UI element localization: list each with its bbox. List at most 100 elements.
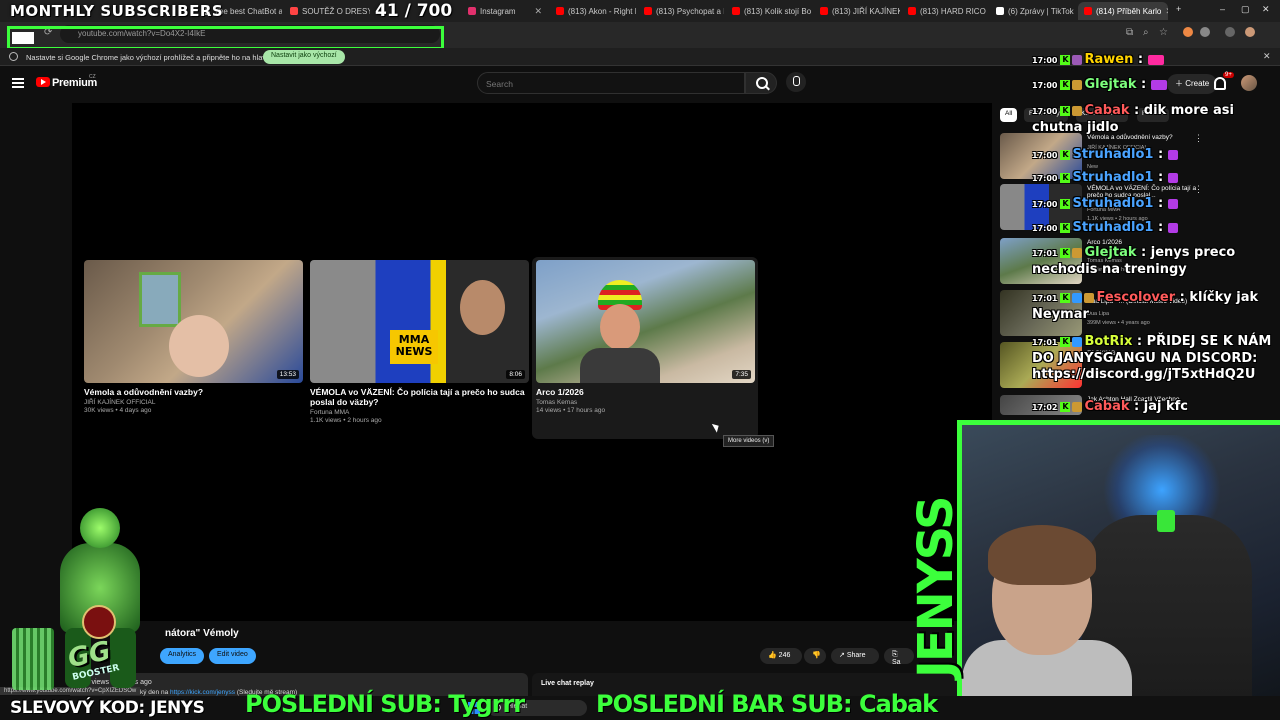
dislike-button[interactable]: 👎 [804, 648, 826, 664]
kick-badge-icon: K [1060, 54, 1071, 65]
chat-time: 17:02 [1032, 403, 1058, 412]
tab-label: (813) JIŘÍ KAJÍNEK [832, 6, 900, 16]
search-input[interactable]: Search [477, 72, 745, 94]
hamburger-menu-icon[interactable] [12, 78, 24, 88]
youtube-logo-icon[interactable] [36, 77, 50, 87]
extension-icon[interactable] [1200, 27, 1210, 37]
face [600, 304, 640, 350]
microphone-icon[interactable] [786, 72, 806, 92]
channel-name[interactable]: Tomas Kemas [536, 399, 755, 406]
chat-time: 17:00 [1032, 200, 1058, 209]
emote-icon [1167, 172, 1178, 183]
chat-username: Rawen [1084, 52, 1134, 67]
close-icon[interactable]: ✕ [534, 6, 542, 17]
user-badge-icon [1072, 79, 1083, 90]
mascot-head [80, 508, 120, 548]
user-badge-icon [1072, 336, 1083, 347]
chat-username: BotRix [1084, 334, 1133, 349]
kick-badge-icon: K [1060, 198, 1071, 209]
browser-tab[interactable]: (813) JIŘÍ KAJÍNEK✕ [814, 2, 900, 20]
create-button[interactable]: ＋ Create [1167, 74, 1218, 94]
chat-time: 17:01 [1032, 249, 1058, 258]
video-title[interactable]: Vémola a odůvodnění vazby? [84, 387, 303, 397]
account-avatar[interactable] [1241, 75, 1257, 91]
chat-text: jaj kfc [1143, 399, 1188, 414]
chat-username: Fescolover [1096, 290, 1176, 305]
video-title[interactable]: Arco 1/2026 [536, 387, 755, 397]
maximize-icon[interactable]: ▢ [1241, 4, 1250, 15]
kick-badge-icon: K [1060, 79, 1071, 90]
emote-icon [1167, 198, 1178, 209]
chat-username: Cabak [1084, 399, 1130, 414]
chat-time: 17:00 [1032, 174, 1058, 183]
extension-icon[interactable]: ⧉ [1126, 27, 1133, 38]
close-icon[interactable]: ✕ [1263, 51, 1271, 62]
overlay-white-box [12, 32, 34, 44]
extension-icon[interactable] [1225, 27, 1235, 37]
thumbs-down-icon: 👎 [812, 652, 821, 659]
tab-label: (813) Psychopat a Iz [656, 6, 724, 16]
video-title[interactable]: VÉMOLA vo VÄZENÍ: Čo polícia tají a preč… [310, 387, 529, 407]
chat-message: 17:00 K Struhadlo1 : [1032, 147, 1180, 164]
bookmark-star-icon[interactable]: ☆ [1159, 27, 1168, 38]
more-options-icon[interactable]: ⋮ [1194, 184, 1203, 195]
profile-avatar[interactable] [1245, 27, 1255, 37]
video-thumbnail[interactable]: MMA NEWS 8:06 [310, 260, 529, 383]
face [460, 280, 505, 335]
share-label: Share [846, 652, 866, 659]
video-title-partial: nátora" Vémoly [165, 628, 239, 639]
region-code: CZ [89, 74, 96, 80]
mascot-ball [82, 605, 116, 639]
endscreen-video-card[interactable]: 7:35 Arco 1/2026 Tomas Kemas 14 views • … [536, 260, 755, 414]
like-button[interactable]: 👍 246 [760, 648, 802, 664]
browser-tab[interactable]: (813) Akon - Right N✕ [550, 2, 636, 20]
extension-icon[interactable] [1183, 27, 1193, 37]
overlay-green-frame [7, 26, 444, 50]
notifications-bell-icon[interactable] [1214, 77, 1226, 90]
kick-badge-icon: K [1060, 172, 1071, 183]
video-thumbnail[interactable]: 7:35 [536, 260, 755, 383]
youtube-icon [556, 7, 564, 15]
browser-tab-active[interactable]: (814) Příběh Karlo✕ [1078, 2, 1168, 20]
filter-chip-all[interactable]: All [1000, 108, 1018, 122]
emote-icon [1167, 149, 1178, 160]
endscreen-video-card[interactable]: 13:53 Vémola a odůvodnění vazby? JIŘÍ KA… [84, 260, 303, 414]
video-meta: 14 views • 17 hours ago [536, 407, 606, 414]
minimize-icon[interactable]: – [1220, 4, 1225, 14]
live-chat-label: Live chat replay [541, 680, 594, 687]
user-badge-icon [1072, 401, 1083, 412]
youtube-icon [732, 7, 740, 15]
new-tab-icon[interactable]: + [1176, 4, 1181, 14]
chat-message: 17:01 K Glejtak : jenys preco nechodis na … [1032, 245, 1236, 277]
info-icon [9, 52, 18, 61]
jacket [580, 348, 660, 383]
kick-badge-icon: K [1060, 222, 1071, 233]
last-sub-banner: POSLEDNÍ SUB: Tygrrr [245, 690, 525, 718]
chat-time: 17:00 [1032, 81, 1058, 90]
browser-tab[interactable]: (6) Zprávy | TikTok✕ [990, 2, 1076, 20]
browser-tab[interactable]: (813) Kolik stojí Bo✕ [726, 2, 812, 20]
share-button[interactable]: ↗ Share [831, 648, 879, 664]
duration-badge: 13:53 [276, 370, 299, 379]
chat-message: 17:02 K Cabak : jaj kfc [1032, 399, 1188, 414]
search-icon[interactable] [745, 72, 777, 94]
channel-name[interactable]: JIŘÍ KAJÍNEK OFFICIAL [84, 399, 303, 406]
close-icon[interactable]: ✕ [1165, 6, 1168, 17]
video-thumbnail[interactable]: 13:53 [84, 260, 303, 383]
channel-name[interactable]: Fortuna MMA [310, 409, 529, 416]
close-window-icon[interactable]: ✕ [1262, 4, 1270, 15]
endscreen-video-card[interactable]: MMA NEWS 8:06 VÉMOLA vo VÄZENÍ: Čo políc… [310, 260, 529, 424]
more-videos-tooltip: More videos (v) [723, 435, 775, 447]
green-light [1157, 510, 1175, 532]
zoom-icon[interactable]: ⌕ [1143, 27, 1149, 38]
browser-tab[interactable]: (813) Psychopat a Iz✕ [638, 2, 724, 20]
browser-tab[interactable]: SOUTĚŽ O DRESY [284, 2, 370, 20]
browser-tab[interactable]: (813) HARD RICO✕ [902, 2, 988, 20]
browser-tab[interactable]: Instagram ✕ [462, 2, 548, 20]
edit-video-button[interactable]: Edit video [209, 648, 256, 664]
mma-news-badge: MMA NEWS [390, 330, 438, 364]
set-default-button[interactable]: Nastavit jako výchozí [263, 50, 345, 64]
tab-label: The best ChatBot ai [214, 6, 282, 16]
emote-icon [1150, 79, 1167, 90]
kick-link[interactable]: https://kick.com/jenyss [170, 689, 235, 696]
